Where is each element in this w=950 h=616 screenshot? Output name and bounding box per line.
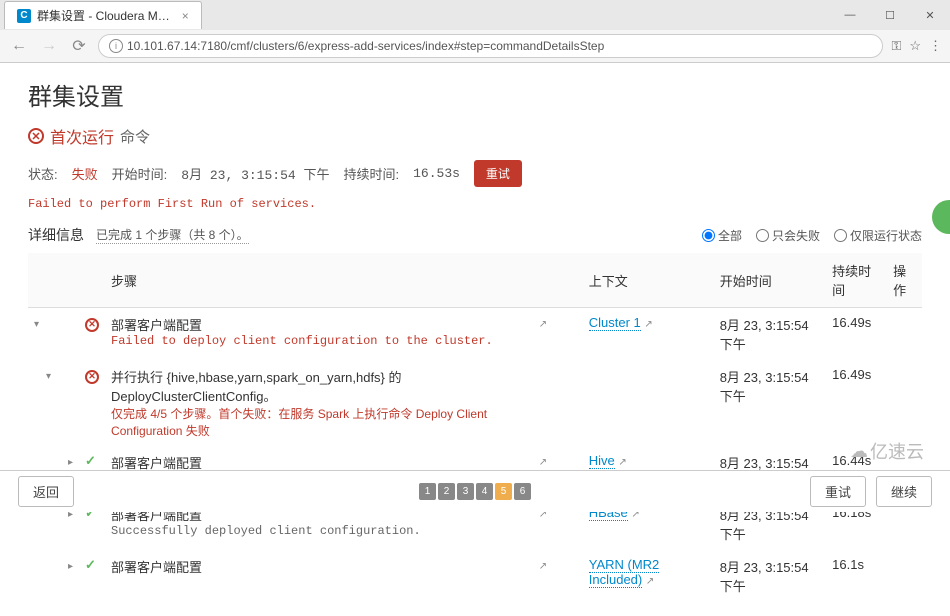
col-dur: 持续时间 bbox=[826, 253, 887, 308]
minimize-icon[interactable]: — bbox=[830, 0, 870, 30]
watermark: ☁ 亿速云 bbox=[850, 438, 924, 464]
step-dur: 16.1s bbox=[826, 550, 887, 602]
tab-title: 群集设置 - Cloudera M… bbox=[37, 7, 170, 24]
check-icon: ✓ bbox=[85, 453, 96, 468]
error-icon: ✕ bbox=[85, 318, 99, 332]
step-name: 部署客户端配置 bbox=[111, 557, 527, 576]
step-row[interactable]: ▸ ✓ 部署客户端配置 ↗ YARN (MR2 Included) ↗ 8月 2… bbox=[28, 550, 922, 602]
start-value: 8月 23, 3:15:54 下午 bbox=[181, 164, 329, 183]
external-icon[interactable]: ↗ bbox=[644, 319, 652, 330]
chevron-down-icon[interactable]: ▾ bbox=[34, 319, 39, 330]
step-sub: Successfully deployed client configurati… bbox=[111, 524, 527, 538]
filter-all[interactable]: 全部 bbox=[702, 227, 742, 244]
page-5[interactable]: 5 bbox=[495, 483, 512, 500]
col-start: 开始时间 bbox=[714, 253, 826, 308]
external-icon[interactable]: ↗ bbox=[646, 576, 654, 587]
subtitle-main: 首次运行 bbox=[50, 124, 114, 148]
step-row[interactable]: ▾ ✕ 并行执行 {hive,hbase,yarn,spark_on_yarn,… bbox=[28, 360, 922, 446]
step-sub: Failed to deploy client configuration to… bbox=[111, 334, 527, 348]
page-4[interactable]: 4 bbox=[476, 483, 493, 500]
retry-button[interactable]: 重试 bbox=[474, 160, 522, 187]
check-icon: ✓ bbox=[85, 557, 96, 572]
continue-button[interactable]: 继续 bbox=[876, 476, 932, 507]
step-dur: 16.49s bbox=[826, 360, 887, 446]
col-step: 步骤 bbox=[105, 253, 533, 308]
retry-button-footer[interactable]: 重试 bbox=[810, 476, 866, 507]
favicon-icon: C bbox=[17, 9, 31, 23]
duration-label: 持续时间: bbox=[343, 164, 399, 183]
step-name: 并行执行 {hive,hbase,yarn,spark_on_yarn,hdfs… bbox=[111, 367, 527, 405]
reload-icon[interactable]: ⟳ bbox=[68, 35, 90, 57]
star-icon[interactable]: ☆ bbox=[909, 38, 921, 54]
page-6[interactable]: 6 bbox=[514, 483, 531, 500]
context-link[interactable]: Cluster 1 bbox=[589, 315, 641, 331]
back-icon[interactable]: ← bbox=[8, 35, 30, 57]
progress-link[interactable]: 已完成 1 个步骤（共 8 个）。 bbox=[96, 226, 249, 244]
cloud-icon: ☁ bbox=[850, 441, 868, 462]
browser-tab[interactable]: C 群集设置 - Cloudera M… × bbox=[4, 1, 202, 29]
col-ctx: 上下文 bbox=[583, 253, 714, 308]
step-name: 部署客户端配置 bbox=[111, 315, 527, 334]
step-dur: 16.49s bbox=[826, 308, 887, 361]
key-icon[interactable]: ⚿ bbox=[891, 38, 901, 54]
url-text: 10.101.67.14:7180/cmf/clusters/6/express… bbox=[127, 39, 604, 53]
step-sub: 仅完成 4/5 个步骤。首个失败：在服务 Spark 上执行命令 Deploy … bbox=[111, 405, 527, 439]
close-window-icon[interactable]: ✕ bbox=[910, 0, 950, 30]
status-value: 失败 bbox=[72, 164, 98, 183]
page-1[interactable]: 1 bbox=[419, 483, 436, 500]
status-label: 状态: bbox=[28, 164, 58, 183]
external-icon[interactable]: ↗ bbox=[539, 457, 547, 468]
error-icon: ✕ bbox=[28, 128, 44, 144]
maximize-icon[interactable]: ☐ bbox=[870, 0, 910, 30]
col-op: 操作 bbox=[887, 253, 922, 308]
subtitle-sub: 命令 bbox=[120, 126, 150, 147]
external-icon[interactable]: ↗ bbox=[539, 561, 547, 572]
page-2[interactable]: 2 bbox=[438, 483, 455, 500]
chevron-down-icon[interactable]: ▾ bbox=[46, 371, 51, 382]
chevron-right-icon[interactable]: ▸ bbox=[68, 457, 73, 468]
error-icon: ✕ bbox=[85, 370, 99, 384]
tab-close-icon[interactable]: × bbox=[182, 9, 189, 23]
external-icon[interactable]: ↗ bbox=[539, 319, 547, 330]
site-info-icon[interactable]: i bbox=[109, 39, 123, 53]
step-start: 8月 23, 3:15:54 下午 bbox=[714, 550, 826, 602]
error-message: Failed to perform First Run of services. bbox=[28, 197, 922, 211]
forward-icon[interactable]: → bbox=[38, 35, 60, 57]
start-label: 开始时间: bbox=[112, 164, 168, 183]
menu-icon[interactable]: ⋮ bbox=[929, 38, 942, 54]
page-title: 群集设置 bbox=[28, 77, 922, 112]
step-start: 8月 23, 3:15:54 下午 bbox=[714, 360, 826, 446]
detail-title: 详细信息 bbox=[28, 225, 84, 245]
back-button[interactable]: 返回 bbox=[18, 476, 74, 507]
chevron-right-icon[interactable]: ▸ bbox=[68, 561, 73, 572]
external-icon[interactable]: ↗ bbox=[618, 457, 626, 468]
step-start: 8月 23, 3:15:54 下午 bbox=[714, 308, 826, 361]
step-row[interactable]: ▾ ✕ 部署客户端配置 Failed to deploy client conf… bbox=[28, 308, 922, 361]
address-bar[interactable]: i 10.101.67.14:7180/cmf/clusters/6/expre… bbox=[98, 34, 883, 58]
filter-fail[interactable]: 只会失败 bbox=[756, 227, 820, 244]
context-link[interactable]: Hive bbox=[589, 453, 615, 469]
pager: 1 2 3 4 5 6 bbox=[419, 483, 531, 500]
filter-running[interactable]: 仅限运行状态 bbox=[834, 227, 922, 244]
page-3[interactable]: 3 bbox=[457, 483, 474, 500]
duration-value: 16.53s bbox=[413, 166, 460, 181]
